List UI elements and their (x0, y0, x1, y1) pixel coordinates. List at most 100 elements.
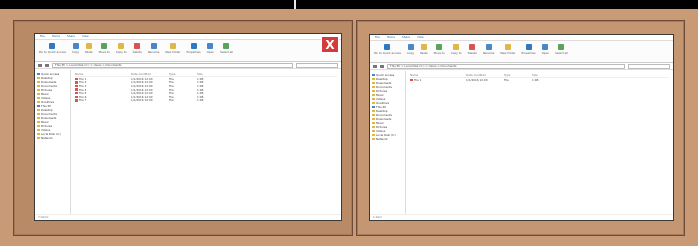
ribbon-label: Open (541, 51, 550, 55)
folder-icon (372, 105, 375, 109)
close-button[interactable]: X (321, 36, 339, 53)
ribbon-button[interactable]: Delete (133, 43, 142, 54)
ribbon-button[interactable]: Pin to Quick access (374, 44, 401, 55)
ribbon-label: Delete (467, 51, 477, 55)
column-header[interactable]: Date modified (466, 73, 500, 77)
folder-icon (372, 137, 375, 141)
ribbon-label: Paste (420, 51, 428, 55)
forward-icon[interactable] (380, 64, 384, 68)
ribbon-tab[interactable]: View (415, 35, 426, 40)
nav-pane-item[interactable]: Network (372, 137, 403, 141)
column-header[interactable]: Size (197, 72, 207, 76)
ribbon-tab[interactable]: Share (400, 35, 412, 40)
folder-icon (372, 81, 375, 85)
ribbon-icon (504, 44, 511, 50)
ribbon-button[interactable]: New folder (165, 43, 180, 54)
ribbon-label: Copy (406, 51, 415, 55)
ribbon-label: Open (206, 50, 215, 54)
nav-pane-label: Network (41, 136, 53, 140)
ribbon-icon (407, 44, 414, 50)
ribbon-icon (190, 43, 197, 49)
folder-icon (372, 77, 375, 81)
ribbon-button[interactable]: New folder (500, 44, 515, 55)
ribbon-button[interactable]: Rename (148, 43, 159, 54)
folder-icon (37, 112, 40, 116)
folder-icon (372, 109, 375, 113)
ribbon-button[interactable]: Paste (85, 43, 93, 54)
ribbon-button[interactable]: Copy (72, 43, 79, 54)
navigation-pane: Quick access Desktop Downloads Documents Pic… (35, 70, 71, 215)
ribbon-button[interactable]: Copy (407, 44, 414, 55)
column-header[interactable]: Type (504, 73, 528, 77)
folder-icon (372, 73, 375, 77)
ribbon-tab[interactable]: File (38, 34, 47, 39)
ribbon: Pin to Quick access Copy Paste Move to Copy … (370, 41, 673, 63)
ribbon-button[interactable]: Copy to (116, 43, 127, 54)
column-header[interactable]: Name (410, 73, 462, 77)
ribbon-button[interactable]: Copy to (451, 44, 462, 55)
folder-icon (372, 97, 375, 101)
ribbon-icon (207, 43, 214, 49)
ribbon-tab[interactable]: Home (50, 34, 62, 39)
ribbon-tab[interactable]: File (373, 35, 382, 40)
folder-icon (372, 101, 375, 105)
ribbon-tab[interactable]: View (80, 34, 91, 39)
file-name-cell: File 7 (75, 98, 127, 102)
folder-icon (372, 93, 375, 97)
folder-icon (37, 132, 40, 136)
ribbon-label: Copy to (450, 51, 462, 55)
ribbon-button[interactable]: Move to (434, 44, 445, 55)
ribbon-button[interactable]: Properties (521, 44, 536, 55)
column-header[interactable]: Size (532, 73, 542, 77)
ribbon-button[interactable]: Paste (420, 44, 428, 55)
explorer-window-right[interactable]: File Home Share View Pin to Quick access Copy… (369, 34, 674, 221)
folder-icon (37, 104, 40, 108)
folder-icon (37, 108, 40, 112)
file-list: Name Date modified Type Size File 1 1/1/2016 … (406, 71, 673, 215)
ribbon-button[interactable]: Pin to Quick access (39, 43, 66, 54)
file-type: File (169, 98, 174, 103)
address-bar[interactable]: This PC > Local Disk (C:) > Users > Docu… (387, 63, 625, 69)
ribbon-icon (453, 44, 460, 50)
search-input[interactable] (296, 62, 338, 68)
ribbon-tab[interactable]: Home (385, 35, 397, 40)
ribbon-icon (223, 43, 230, 49)
ribbon-button[interactable]: Select all (555, 44, 568, 55)
file-row[interactable]: File 7 1/1/2016 12:00 File 1 KB (75, 98, 337, 103)
nav-pane-item[interactable]: Network (37, 136, 68, 140)
ribbon-button[interactable]: Rename (483, 44, 494, 55)
ribbon-label: New folder (500, 51, 516, 55)
search-input[interactable] (628, 63, 670, 69)
file-row[interactable]: File 1 1/1/2016 12:00 File 1 KB (410, 78, 669, 82)
forward-icon[interactable] (45, 63, 49, 67)
ribbon-button[interactable]: Select all (220, 43, 233, 54)
ribbon-label: Pin to Quick access (374, 51, 401, 55)
ribbon-icon (169, 43, 176, 49)
address-bar[interactable]: This PC > Local Disk (C:) > Users > Docu… (52, 62, 293, 68)
back-icon[interactable] (38, 63, 42, 67)
back-icon[interactable] (373, 64, 377, 68)
column-header[interactable]: Date modified (131, 72, 165, 76)
file-date: 1/1/2016 12:00 (466, 77, 488, 82)
folder-icon (372, 129, 375, 133)
ribbon-tab[interactable]: Share (65, 34, 77, 39)
ribbon-button[interactable]: Open (542, 44, 549, 55)
ribbon-button[interactable]: Move to (99, 43, 110, 54)
ribbon: Pin to Quick access Copy Paste Move to Copy … (35, 40, 341, 62)
folder-icon (372, 133, 375, 137)
column-header[interactable]: Type (169, 72, 193, 76)
file-type: File (504, 77, 509, 82)
folder-icon (37, 92, 40, 96)
file-icon (75, 99, 78, 102)
ribbon-button[interactable]: Delete (468, 44, 477, 55)
folder-icon (37, 100, 40, 104)
column-header[interactable]: Name (75, 72, 127, 76)
explorer-window-left[interactable]: File Home Share View Pin to Quick access Copy… (34, 33, 342, 221)
ribbon-label: Move to (433, 51, 445, 55)
address-bar-row: This PC > Local Disk (C:) > Users > Docu… (35, 62, 341, 69)
ribbon-icon (485, 44, 492, 50)
ribbon-label: Copy (71, 50, 80, 54)
ribbon-button[interactable]: Open (207, 43, 214, 54)
ribbon-icon (72, 43, 79, 49)
ribbon-button[interactable]: Properties (186, 43, 201, 54)
